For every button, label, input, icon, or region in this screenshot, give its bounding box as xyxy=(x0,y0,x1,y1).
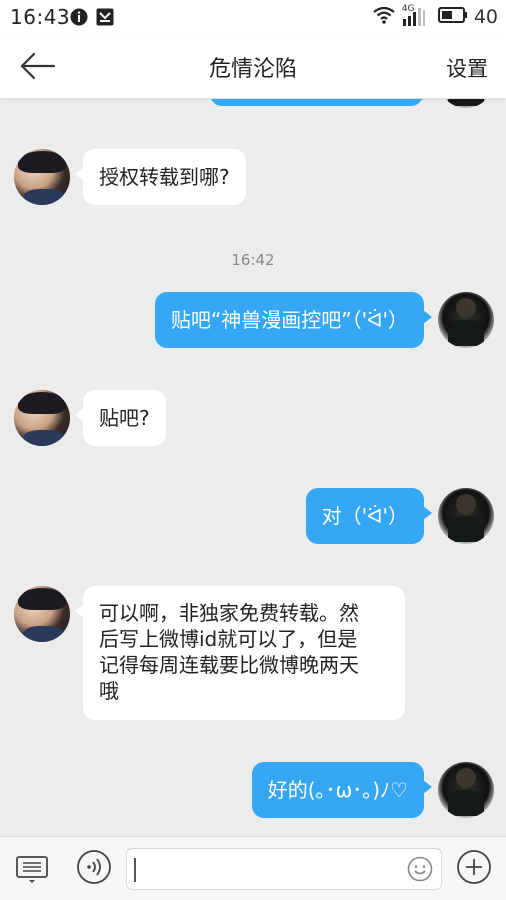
message-text: 贴吧“神兽漫画控吧”（'ᐛ'） xyxy=(170,308,408,332)
message-text-line: 可以啊，非独家免费转载。然 xyxy=(99,601,359,625)
alert-circle-icon xyxy=(70,8,88,26)
message-text-line: 后写上微博id就可以了，但是 xyxy=(99,627,358,651)
message-input[interactable] xyxy=(126,848,442,890)
message-bubble-incoming[interactable]: 可以啊，非独家免费转载。然 后写上微博id就可以了，但是 记得每周连载要比微博晚… xyxy=(75,586,405,720)
battery-level: 40 xyxy=(473,6,498,28)
save-icon xyxy=(96,8,114,26)
message-bubble-outgoing[interactable]: 好的(｡･ω･｡)ﾉ♡ xyxy=(251,762,433,818)
emoji-icon[interactable] xyxy=(407,856,433,882)
chat-title: 危情沦陷 xyxy=(208,57,297,82)
plus-icon[interactable] xyxy=(456,849,492,885)
message-timestamp: 16:42 xyxy=(231,251,275,269)
voice-icon[interactable] xyxy=(76,849,112,885)
chat-input-bar xyxy=(0,836,506,900)
message-text: 好的(｡･ω･｡)ﾉ♡ xyxy=(267,778,408,802)
avatar-me[interactable] xyxy=(438,488,494,544)
message-text: 对（'ᐛ'） xyxy=(321,504,408,528)
avatar-me[interactable] xyxy=(438,292,494,348)
message-list[interactable]: 授权转载到哪? 16:42 贴吧“神兽漫画控吧”（'ᐛ'） 贴吧? 对（'ᐛ'）… xyxy=(0,98,506,836)
status-bar: 16:43 4G 40 xyxy=(0,0,506,34)
wifi-icon xyxy=(372,5,396,29)
message-text: 授权转载到哪? xyxy=(99,165,230,189)
avatar-contact[interactable] xyxy=(14,390,70,446)
message-text-line: 哦 xyxy=(99,679,119,703)
message-bubble-incoming[interactable]: 授权转载到哪? xyxy=(75,149,246,205)
message-text-input[interactable] xyxy=(133,854,407,886)
signal-icon: 4G xyxy=(402,4,432,28)
status-time: 16:43 xyxy=(10,5,71,29)
avatar-contact[interactable] xyxy=(14,149,70,205)
avatar-me[interactable] xyxy=(438,762,494,818)
text-cursor xyxy=(134,858,136,882)
avatar-me[interactable] xyxy=(438,98,494,108)
avatar-contact[interactable] xyxy=(14,586,70,642)
status-right-group: 4G 40 xyxy=(372,4,498,30)
message-bubble-outgoing[interactable]: 对（'ᐛ'） xyxy=(305,488,433,544)
battery-icon xyxy=(437,6,468,28)
settings-button[interactable]: 设置 xyxy=(446,53,488,83)
message-text: 贴吧? xyxy=(99,406,150,430)
keyboard-icon[interactable] xyxy=(14,851,50,887)
chat-header: 危情沦陷 设置 xyxy=(0,34,506,99)
message-bubble-incoming[interactable]: 贴吧? xyxy=(75,390,166,446)
message-text-line: 记得每周连载要比微博晚两天 xyxy=(99,653,359,677)
message-bubble-outgoing[interactable] xyxy=(210,98,431,106)
message-bubble-outgoing[interactable]: 贴吧“神兽漫画控吧”（'ᐛ'） xyxy=(154,292,433,348)
